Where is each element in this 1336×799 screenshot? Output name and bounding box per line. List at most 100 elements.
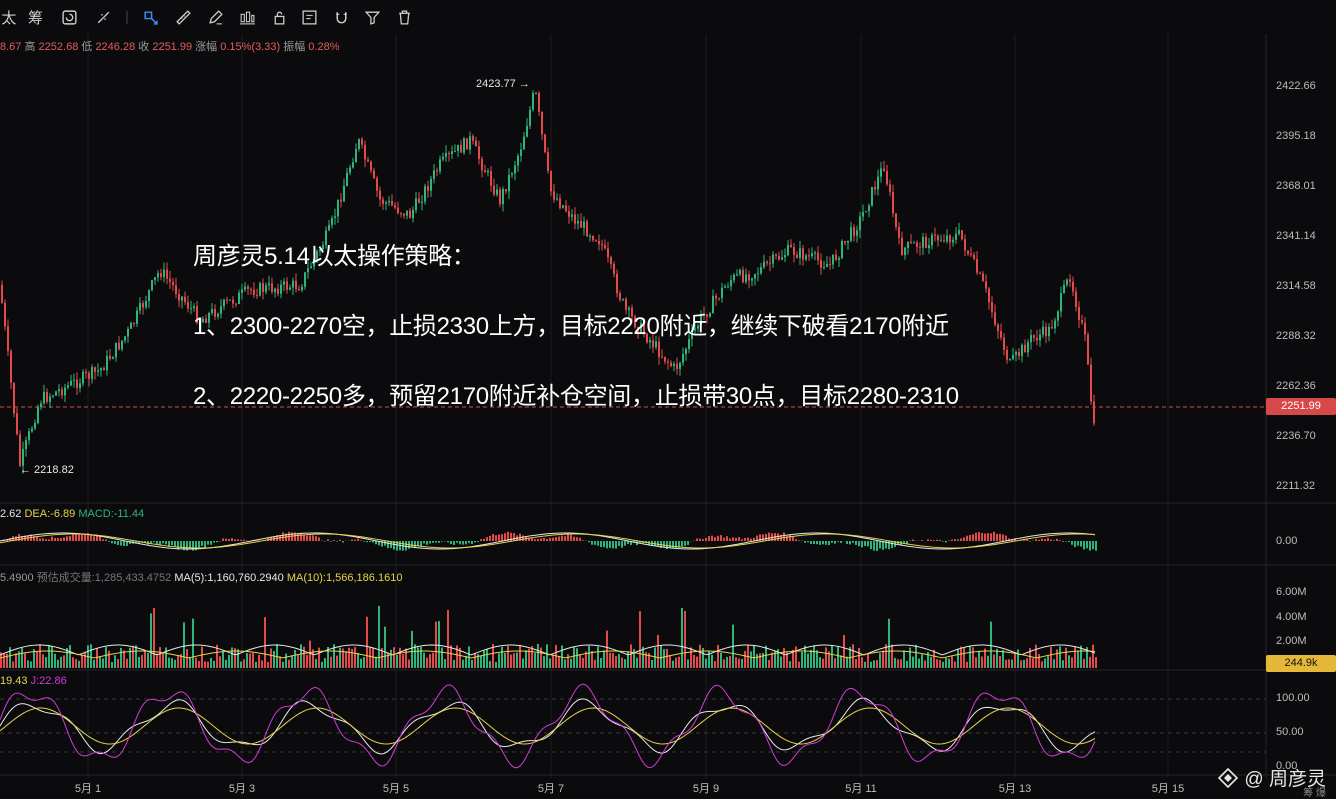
candle-body — [511, 173, 513, 175]
crosshair-select-icon[interactable] — [134, 0, 168, 34]
volume-bar — [252, 652, 254, 668]
candle-body — [769, 263, 771, 265]
macd-bar — [456, 541, 458, 543]
trash-icon[interactable] — [388, 0, 420, 34]
macd-bar — [174, 541, 176, 547]
macd-bar — [735, 537, 737, 541]
macd-bar — [237, 539, 239, 541]
macd-bar — [567, 534, 569, 541]
ruler-icon[interactable] — [168, 0, 200, 34]
candle-body — [109, 355, 111, 359]
volume-bar — [942, 661, 944, 668]
strategy-title: 周彦灵5.14以太操作策略： — [193, 243, 476, 270]
candle-body — [883, 168, 885, 171]
volume-bar — [108, 650, 110, 668]
volume-bar — [711, 654, 713, 668]
candle-body — [721, 287, 723, 299]
candle-body — [526, 126, 528, 137]
change-value: 0.15%(3.33) — [220, 41, 281, 53]
volume-bar — [426, 657, 428, 668]
volume-bar — [165, 647, 167, 668]
magnet-icon[interactable] — [325, 0, 357, 34]
volume-bar — [390, 649, 392, 668]
candle-body — [859, 216, 861, 231]
macd-bar — [747, 537, 749, 541]
candle-body — [76, 379, 78, 389]
candle-body — [28, 431, 30, 441]
candle-body — [403, 213, 405, 216]
volume-bar — [132, 645, 134, 668]
candle-body — [544, 134, 546, 153]
candle-body — [964, 239, 966, 251]
volume-bar — [804, 645, 806, 668]
candle-body — [334, 216, 336, 218]
candle-icon[interactable] — [231, 0, 265, 34]
volume-bar — [150, 613, 152, 668]
volume-bar — [111, 661, 113, 668]
lock-icon[interactable] — [264, 0, 294, 34]
volume-bar — [63, 655, 65, 668]
macd-bar — [912, 539, 914, 541]
macd-bar — [414, 541, 416, 548]
candle-body — [277, 288, 279, 294]
chip-distribution-button[interactable]: 筹 — [18, 0, 53, 34]
macd-bar — [777, 533, 779, 541]
note-icon[interactable] — [294, 0, 326, 34]
price-tick: 2288.32 — [1276, 330, 1316, 342]
volume-bar — [228, 654, 230, 668]
volume-bar — [939, 659, 941, 668]
candle-body — [868, 205, 870, 212]
toolbar-partial-char[interactable]: 太 — [0, 0, 18, 34]
volume-bar — [501, 646, 503, 668]
volume-bar — [318, 647, 320, 668]
candle-body — [757, 273, 759, 275]
candle-body — [148, 290, 150, 302]
refresh-icon[interactable] — [53, 0, 87, 34]
macd-bar — [975, 532, 977, 541]
volume-bar — [981, 656, 983, 668]
macd-bar — [522, 535, 524, 541]
filter-icon[interactable] — [357, 0, 389, 34]
pen-icon[interactable] — [199, 0, 231, 34]
macd-bar — [360, 540, 362, 541]
macd-bar — [339, 539, 341, 541]
volume-bar — [1074, 646, 1076, 668]
candle-body — [52, 395, 54, 397]
volume-bar — [294, 649, 296, 668]
macd-bar — [438, 541, 440, 543]
candle-body — [1057, 311, 1059, 321]
candle-body — [265, 285, 267, 292]
kdj-tick: 100.00 — [1276, 692, 1310, 704]
diamond-logo-icon — [1218, 767, 1239, 788]
volume-bar — [672, 660, 674, 668]
macd-bar — [945, 541, 947, 543]
candle-body — [1030, 335, 1032, 343]
candle-body — [304, 272, 306, 287]
volume-bar — [861, 657, 863, 668]
volume-bar — [1071, 657, 1073, 668]
candle-body — [673, 363, 675, 367]
candle-body — [394, 205, 396, 208]
macd-bar — [861, 541, 863, 548]
macd-bar — [540, 538, 542, 541]
volume-bar — [717, 644, 719, 668]
volume-bar — [762, 653, 764, 668]
volume-bar — [900, 659, 902, 668]
macd-bar — [684, 541, 686, 546]
volume-legend: 5.4900 预估成交量:1,285,433.4752 MA(5):1,160,… — [0, 569, 402, 585]
volume-bar — [897, 659, 899, 668]
volume-bar — [1059, 646, 1061, 668]
volume-bar — [882, 650, 884, 668]
macd-bar — [54, 537, 56, 541]
candle-body — [1066, 279, 1068, 286]
indicator-tool-icon[interactable] — [87, 0, 121, 34]
candle-body — [391, 201, 393, 206]
candle-body — [865, 211, 867, 213]
candle-body — [292, 280, 294, 288]
candle-body — [40, 403, 42, 408]
candle-body — [226, 299, 228, 301]
volume-bar — [456, 645, 458, 668]
volume-bar — [891, 644, 893, 668]
volume-bar — [789, 661, 791, 668]
volume-bar — [1023, 659, 1025, 668]
